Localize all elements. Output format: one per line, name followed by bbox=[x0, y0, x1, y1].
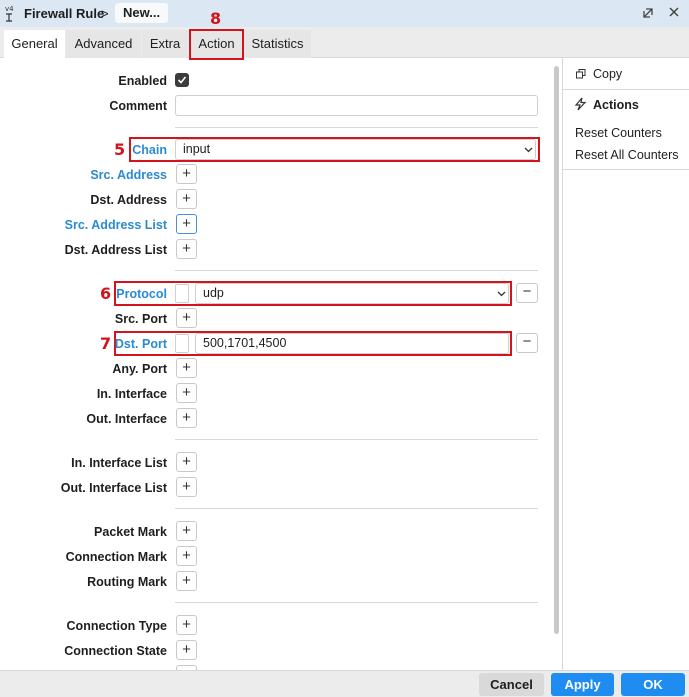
firewall-ipv4-icon: v4 bbox=[5, 5, 14, 22]
close-icon[interactable] bbox=[668, 6, 680, 18]
protocol-select[interactable]: udp bbox=[195, 283, 509, 304]
action-tab-highlight bbox=[189, 29, 244, 60]
dst-port-label[interactable]: Dst. Port bbox=[115, 337, 167, 351]
chevron-down-icon bbox=[524, 147, 533, 153]
remove-dst-port-button[interactable]: − bbox=[516, 333, 538, 353]
add-dst-address-list-button[interactable]: + bbox=[176, 239, 197, 259]
chain-label[interactable]: Chain bbox=[132, 143, 167, 157]
protocol-label[interactable]: Protocol bbox=[116, 287, 167, 301]
divider bbox=[175, 508, 538, 509]
divider bbox=[175, 270, 538, 271]
cancel-button[interactable]: Cancel bbox=[479, 673, 544, 696]
annotation-7: 7 bbox=[100, 334, 112, 353]
copy-icon bbox=[576, 69, 586, 79]
enabled-checkbox[interactable] bbox=[175, 73, 189, 87]
tab-bar: General Advanced Extra Action Statistics bbox=[0, 27, 689, 59]
routing-mark-label: Routing Mark bbox=[87, 575, 167, 589]
tab-advanced[interactable]: Advanced bbox=[66, 30, 141, 58]
out-interface-label: Out. Interface bbox=[86, 412, 167, 426]
add-connection-mark-button[interactable]: + bbox=[176, 546, 197, 566]
comment-label: Comment bbox=[109, 99, 167, 113]
breadcrumb-separator: > bbox=[101, 6, 109, 21]
add-src-address-button[interactable]: + bbox=[176, 164, 197, 184]
copy-button[interactable]: Copy bbox=[593, 67, 622, 81]
src-port-label: Src. Port bbox=[114, 312, 167, 326]
comment-field[interactable] bbox=[175, 95, 538, 116]
tab-general[interactable]: General bbox=[4, 30, 65, 59]
annotation-8: 8 bbox=[210, 9, 222, 28]
scrollbar[interactable] bbox=[554, 66, 559, 634]
dst-port-negate-toggle[interactable] bbox=[175, 334, 189, 353]
breadcrumb-new[interactable]: New... bbox=[115, 3, 169, 23]
window-title: Firewall Rule bbox=[24, 6, 105, 21]
add-out-interface-list-button[interactable]: + bbox=[176, 477, 197, 497]
lightning-icon bbox=[574, 97, 587, 111]
dst-port-input[interactable]: 500,1701,4500 bbox=[195, 333, 509, 354]
chain-select[interactable]: input bbox=[175, 139, 536, 160]
in-interface-label: In. Interface bbox=[96, 387, 167, 401]
add-connection-type-button[interactable]: + bbox=[176, 615, 197, 635]
add-in-interface-button[interactable]: + bbox=[176, 383, 197, 403]
add-src-port-button[interactable]: + bbox=[176, 308, 197, 328]
apply-button[interactable]: Apply bbox=[551, 673, 614, 696]
checkmark-icon bbox=[177, 76, 187, 84]
ok-button[interactable]: OK bbox=[621, 673, 685, 696]
chevron-down-icon bbox=[497, 291, 506, 297]
divider bbox=[563, 89, 689, 90]
add-packet-mark-button[interactable]: + bbox=[176, 521, 197, 541]
annotation-6: 6 bbox=[100, 284, 112, 303]
dst-address-list-label: Dst. Address List bbox=[64, 243, 167, 257]
side-panel: Copy Actions Reset Counters Reset All Co… bbox=[562, 58, 689, 670]
protocol-value: udp bbox=[203, 286, 224, 300]
dialog-footer: Cancel Apply OK bbox=[0, 670, 689, 697]
add-connection-state-button[interactable]: + bbox=[176, 640, 197, 660]
connection-state-label: Connection State bbox=[64, 644, 167, 658]
out-interface-list-label: Out. Interface List bbox=[60, 481, 167, 495]
divider bbox=[563, 169, 689, 170]
tab-extra[interactable]: Extra bbox=[142, 30, 188, 58]
annotation-5: 5 bbox=[114, 140, 126, 159]
remove-protocol-button[interactable]: − bbox=[516, 283, 538, 303]
add-src-address-list-button[interactable]: + bbox=[176, 214, 197, 234]
divider bbox=[175, 439, 538, 440]
actions-heading: Actions bbox=[593, 98, 639, 112]
add-any-port-button[interactable]: + bbox=[176, 358, 197, 378]
reset-all-counters-button[interactable]: Reset All Counters bbox=[575, 148, 679, 162]
add-dst-address-button[interactable]: + bbox=[176, 189, 197, 209]
enabled-label: Enabled bbox=[118, 74, 167, 88]
dst-address-label: Dst. Address bbox=[90, 193, 167, 207]
add-out-interface-button[interactable]: + bbox=[176, 408, 197, 428]
src-address-list-label[interactable]: Src. Address List bbox=[65, 218, 167, 232]
divider bbox=[175, 602, 538, 603]
in-interface-list-label: In. Interface List bbox=[71, 456, 167, 470]
divider bbox=[175, 127, 538, 128]
any-port-label: Any. Port bbox=[112, 362, 167, 376]
add-in-interface-list-button[interactable]: + bbox=[176, 452, 197, 472]
connection-mark-label: Connection Mark bbox=[65, 550, 167, 564]
dst-port-value: 500,1701,4500 bbox=[203, 336, 287, 350]
packet-mark-label: Packet Mark bbox=[94, 525, 167, 539]
svg-text:v4: v4 bbox=[5, 5, 14, 13]
add-routing-mark-button[interactable]: + bbox=[176, 571, 197, 591]
title-bar: v4 Firewall Rule > New... bbox=[0, 0, 689, 27]
src-address-label[interactable]: Src. Address bbox=[90, 168, 167, 182]
connection-type-label: Connection Type bbox=[66, 619, 167, 633]
reset-counters-button[interactable]: Reset Counters bbox=[575, 126, 662, 140]
protocol-negate-toggle[interactable] bbox=[175, 284, 189, 303]
tab-statistics[interactable]: Statistics bbox=[244, 30, 311, 58]
restore-icon[interactable] bbox=[641, 6, 655, 20]
chain-value: input bbox=[183, 142, 211, 156]
